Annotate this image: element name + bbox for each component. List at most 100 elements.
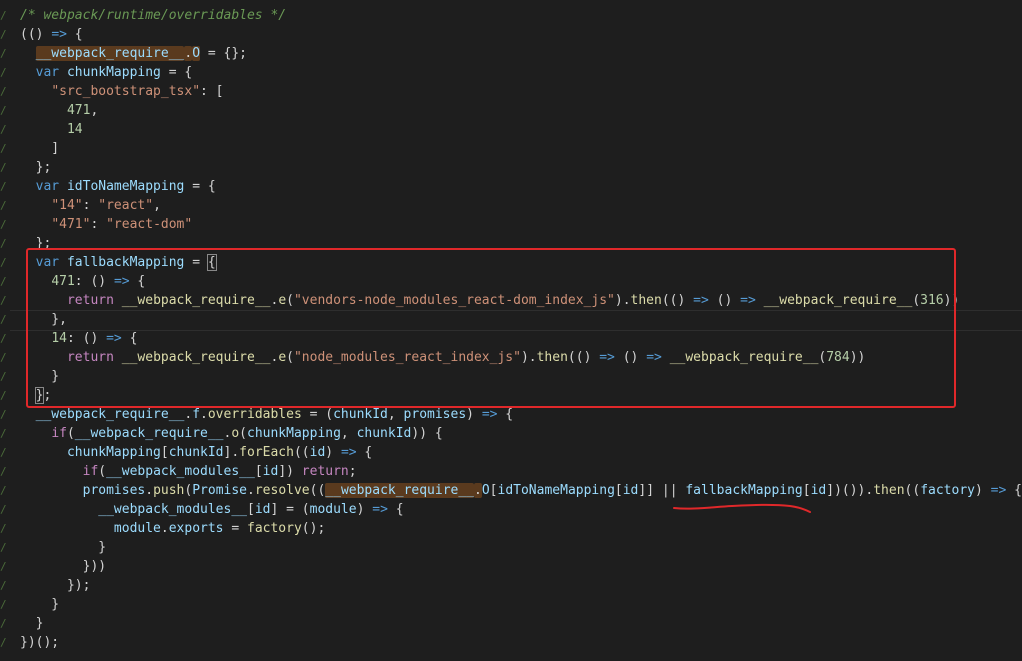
gutter-mark: /: [0, 66, 7, 79]
code-line[interactable]: var idToNameMapping = {: [20, 177, 1022, 196]
gutter-mark: /: [0, 389, 7, 402]
code-token: (: [98, 464, 107, 479]
code-token: __webpack_require__: [35, 407, 185, 422]
code-token: .: [247, 483, 255, 498]
code-token: = {};: [200, 46, 247, 61]
code-line[interactable]: };: [20, 158, 1022, 177]
code-line[interactable]: if(__webpack_require__.o(chunkMapping, c…: [20, 424, 1022, 443]
code-token: if: [51, 426, 67, 441]
code-token: .: [474, 483, 482, 498]
code-token: ,: [387, 407, 404, 422]
code-line[interactable]: (() => {: [20, 25, 1022, 44]
code-token: : (): [66, 331, 107, 346]
code-token: ])()).: [826, 483, 874, 498]
code-token: __webpack_require__: [763, 293, 913, 308]
code-token: /* webpack/runtime/overridables */: [20, 8, 287, 23]
code-line[interactable]: },: [20, 310, 1022, 329]
code-token: };: [20, 160, 52, 175]
code-line[interactable]: }: [20, 538, 1022, 557]
code-token: "src_bootstrap_tsx": [51, 84, 201, 99]
code-token: id: [309, 445, 326, 460]
gutter-mark: /: [0, 351, 7, 364]
code-token: =: [184, 255, 208, 270]
code-line[interactable]: })): [20, 557, 1022, 576]
code-token: id: [810, 483, 827, 498]
code-token: },: [20, 312, 67, 327]
code-token: }: [20, 369, 60, 384]
gutter-mark: /: [0, 47, 7, 60]
code-line[interactable]: var fallbackMapping = {: [20, 253, 1022, 272]
code-token: return: [301, 464, 349, 479]
gutter-mark: /: [0, 503, 7, 516]
gutter-mark: /: [0, 28, 7, 41]
code-line[interactable]: module.exports = factory();: [20, 519, 1022, 538]
code-line[interactable]: 14: [20, 120, 1022, 139]
code-line[interactable]: /* webpack/runtime/overridables */: [20, 6, 1022, 25]
code-line[interactable]: };: [20, 386, 1022, 405]
code-line[interactable]: 14: () => {: [20, 329, 1022, 348]
code-line[interactable]: var chunkMapping = {: [20, 63, 1022, 82]
code-area[interactable]: /* webpack/runtime/overridables */ (() =>…: [20, 6, 1022, 652]
code-token: __webpack_require__: [325, 483, 475, 498]
code-token: then: [630, 293, 662, 308]
code-token: }: [20, 540, 107, 555]
code-token: 316: [920, 293, 944, 308]
code-token: f: [192, 407, 201, 422]
code-line[interactable]: if(__webpack_modules__[id]) return;: [20, 462, 1022, 481]
code-token: "react": [98, 198, 154, 213]
code-token: O: [192, 46, 201, 61]
code-token: promises: [403, 407, 467, 422]
code-token: : [: [200, 84, 224, 99]
code-line[interactable]: "471": "react-dom": [20, 215, 1022, 234]
code-token: =>: [372, 502, 388, 517]
code-line[interactable]: promises.push(Promise.resolve((__webpack…: [20, 481, 1022, 500]
code-token: [: [160, 445, 169, 460]
code-token: ((: [293, 445, 310, 460]
code-token: chunkMapping: [66, 445, 161, 460]
code-line[interactable]: __webpack_require__.f.overridables = (ch…: [20, 405, 1022, 424]
code-token: var: [35, 255, 60, 270]
code-line[interactable]: chunkMapping[chunkId].forEach((id) => {: [20, 443, 1022, 462]
code-token: = {: [160, 65, 193, 80]
code-line[interactable]: 471: () => {: [20, 272, 1022, 291]
code-token: ,: [340, 426, 357, 441]
code-token: forEach: [239, 445, 294, 460]
code-line[interactable]: };: [20, 234, 1022, 253]
code-line[interactable]: ]: [20, 139, 1022, 158]
code-token: ): [466, 407, 482, 422]
code-token: __webpack_require__: [669, 350, 819, 365]
code-line[interactable]: }: [20, 614, 1022, 633]
code-line[interactable]: })();: [20, 633, 1022, 652]
code-token: .: [200, 407, 208, 422]
code-token: ((): [661, 293, 694, 308]
code-line[interactable]: }: [20, 367, 1022, 386]
code-token: O: [481, 483, 490, 498]
code-line[interactable]: });: [20, 576, 1022, 595]
code-token: ].: [223, 445, 240, 460]
code-line[interactable]: return __webpack_require__.e("node_modul…: [20, 348, 1022, 367]
code-token: =>: [693, 293, 709, 308]
code-line[interactable]: 471,: [20, 101, 1022, 120]
code-token: exports: [168, 521, 224, 536]
code-token: ((: [309, 483, 326, 498]
code-line[interactable]: __webpack_modules__[id] = (module) => {: [20, 500, 1022, 519]
code-line[interactable]: return __webpack_require__.e("vendors-no…: [20, 291, 1022, 310]
code-token: ]): [278, 464, 302, 479]
code-line[interactable]: __webpack_require__.O = {};: [20, 44, 1022, 63]
code-line[interactable]: }: [20, 595, 1022, 614]
code-token: 14: [66, 122, 83, 137]
code-editor[interactable]: / / / / / / / / / / / / / / / / / / / / / / / / / / / / / / / / / / /* we…: [0, 0, 1022, 661]
code-token: ((): [20, 27, 52, 42]
code-line[interactable]: "src_bootstrap_tsx": [: [20, 82, 1022, 101]
code-line[interactable]: "14": "react",: [20, 196, 1022, 215]
